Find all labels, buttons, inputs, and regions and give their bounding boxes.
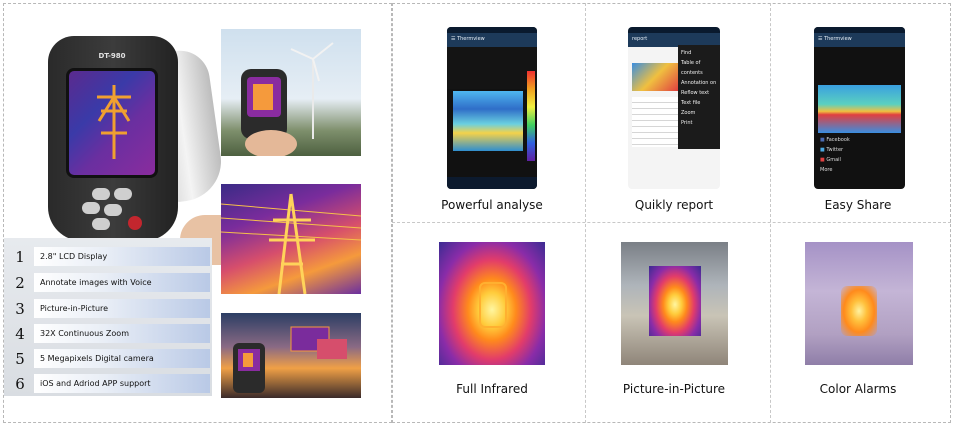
feature-item: 5 5 Megapixels Digital camera [15,349,210,368]
color-alarms-caption: Color Alarms [819,382,897,396]
overflow-menu[interactable]: Find Table of contents Annotation on Ref… [678,45,720,149]
feature-item: 4 32X Continuous Zoom [15,324,210,343]
menu-item-reflow[interactable]: Reflow text [681,88,717,98]
menu-item-annotation[interactable]: Annotation on [681,78,717,88]
feature-text: Picture-in-Picture [40,304,109,313]
analyse-caption: Powerful analyse [441,198,543,212]
color-alarms-image [805,242,913,365]
pip-caption: Picture-in-Picture [622,382,726,396]
feature-text: 32X Continuous Zoom [40,329,129,338]
menu-item-zoom[interactable]: Zoom [681,108,717,118]
menu-item-contents[interactable]: Table of contents [681,58,717,78]
machine-graphic [479,282,507,328]
feature-text: Annotate images with Voice [40,278,152,287]
feature-number: 6 [15,374,25,393]
app-bar: ☰ Thermview [814,33,905,47]
share-option[interactable]: ■ Gmail [820,157,900,167]
pip-inset [649,266,701,336]
gmail-icon: ■ [820,157,825,163]
app-title: report [632,36,648,42]
feature-item: 6 iOS and Adriod APP support [15,374,210,393]
report-caption: Quikly report [634,198,714,212]
twitter-icon: ■ [820,147,825,153]
feature-list: 1 2.8" LCD Display 2 Annotate images wit… [4,238,212,396]
camera-screen [66,68,158,178]
app-bar: ☰ Thermview [447,33,537,47]
grid-divider [392,222,951,223]
camera-model-label: DT-980 [98,52,126,60]
share-caption: Easy Share [824,198,892,212]
menu-item-find[interactable]: Find [681,48,717,58]
feature-number: 4 [15,324,25,343]
feature-item: 2 Annotate images with Voice [15,273,210,292]
report-thermal-image [632,63,678,91]
sunset-graphic [233,326,347,393]
feature-item: 3 Picture-in-Picture [15,299,210,318]
camera-button [82,202,100,214]
menu-item-print[interactable]: Print [681,118,717,128]
feature-number: 5 [15,349,25,368]
feature-number: 3 [15,299,25,318]
tower-thermal-graphic [97,85,131,159]
feature-text: 5 Megapixels Digital camera [40,354,154,363]
color-scale [527,71,535,161]
alarm-hotspot [841,286,877,336]
powerline-thermal-photo [221,184,361,294]
analyse-app-screen: ☰ Thermview [447,27,537,189]
camera-button [114,188,132,200]
facebook-icon: ■ [820,137,825,143]
share-app-screen: ☰ Thermview ■ Facebook ■ Twitter ■ Gmail… [814,27,905,189]
thermal-image [453,91,523,151]
feature-number: 1 [15,247,25,266]
bottom-toolbar [447,177,537,189]
app-title: Thermview [457,36,485,42]
camera-with-pip-photo [221,313,361,398]
feature-text: 2.8" LCD Display [40,252,108,261]
data-table [447,47,537,89]
grid-divider [770,3,771,423]
power-icon [128,216,142,230]
report-app-screen: report Find Table of contents Annotation… [628,27,720,189]
wind-turbine-photo [221,29,361,156]
app-title: Thermview [824,36,852,42]
pylon-graphic [221,193,361,294]
menu-item-textfile[interactable]: Text file [681,98,717,108]
share-option[interactable]: ■ Facebook [820,137,900,147]
picture-in-picture-image [621,242,728,365]
thermal-camera-image: DT-980 [30,20,250,265]
feature-item: 1 2.8" LCD Display [15,247,210,266]
camera-button [92,218,110,230]
share-options: ■ Facebook ■ Twitter ■ Gmail More [820,137,900,177]
share-option[interactable]: ■ Twitter [820,147,900,157]
camera-button [92,188,110,200]
camera-button [104,204,122,216]
menu-icon[interactable]: ☰ [818,36,822,42]
full-infrared-caption: Full Infrared [456,382,528,396]
turbine-graphic [241,42,334,156]
share-thermal-image [818,85,901,133]
grid-divider [585,3,586,423]
feature-number: 2 [15,273,25,292]
feature-text: iOS and Adriod APP support [40,379,151,388]
full-infrared-image [439,242,545,365]
share-option[interactable]: More [820,167,900,177]
menu-icon[interactable]: ☰ [451,36,455,42]
